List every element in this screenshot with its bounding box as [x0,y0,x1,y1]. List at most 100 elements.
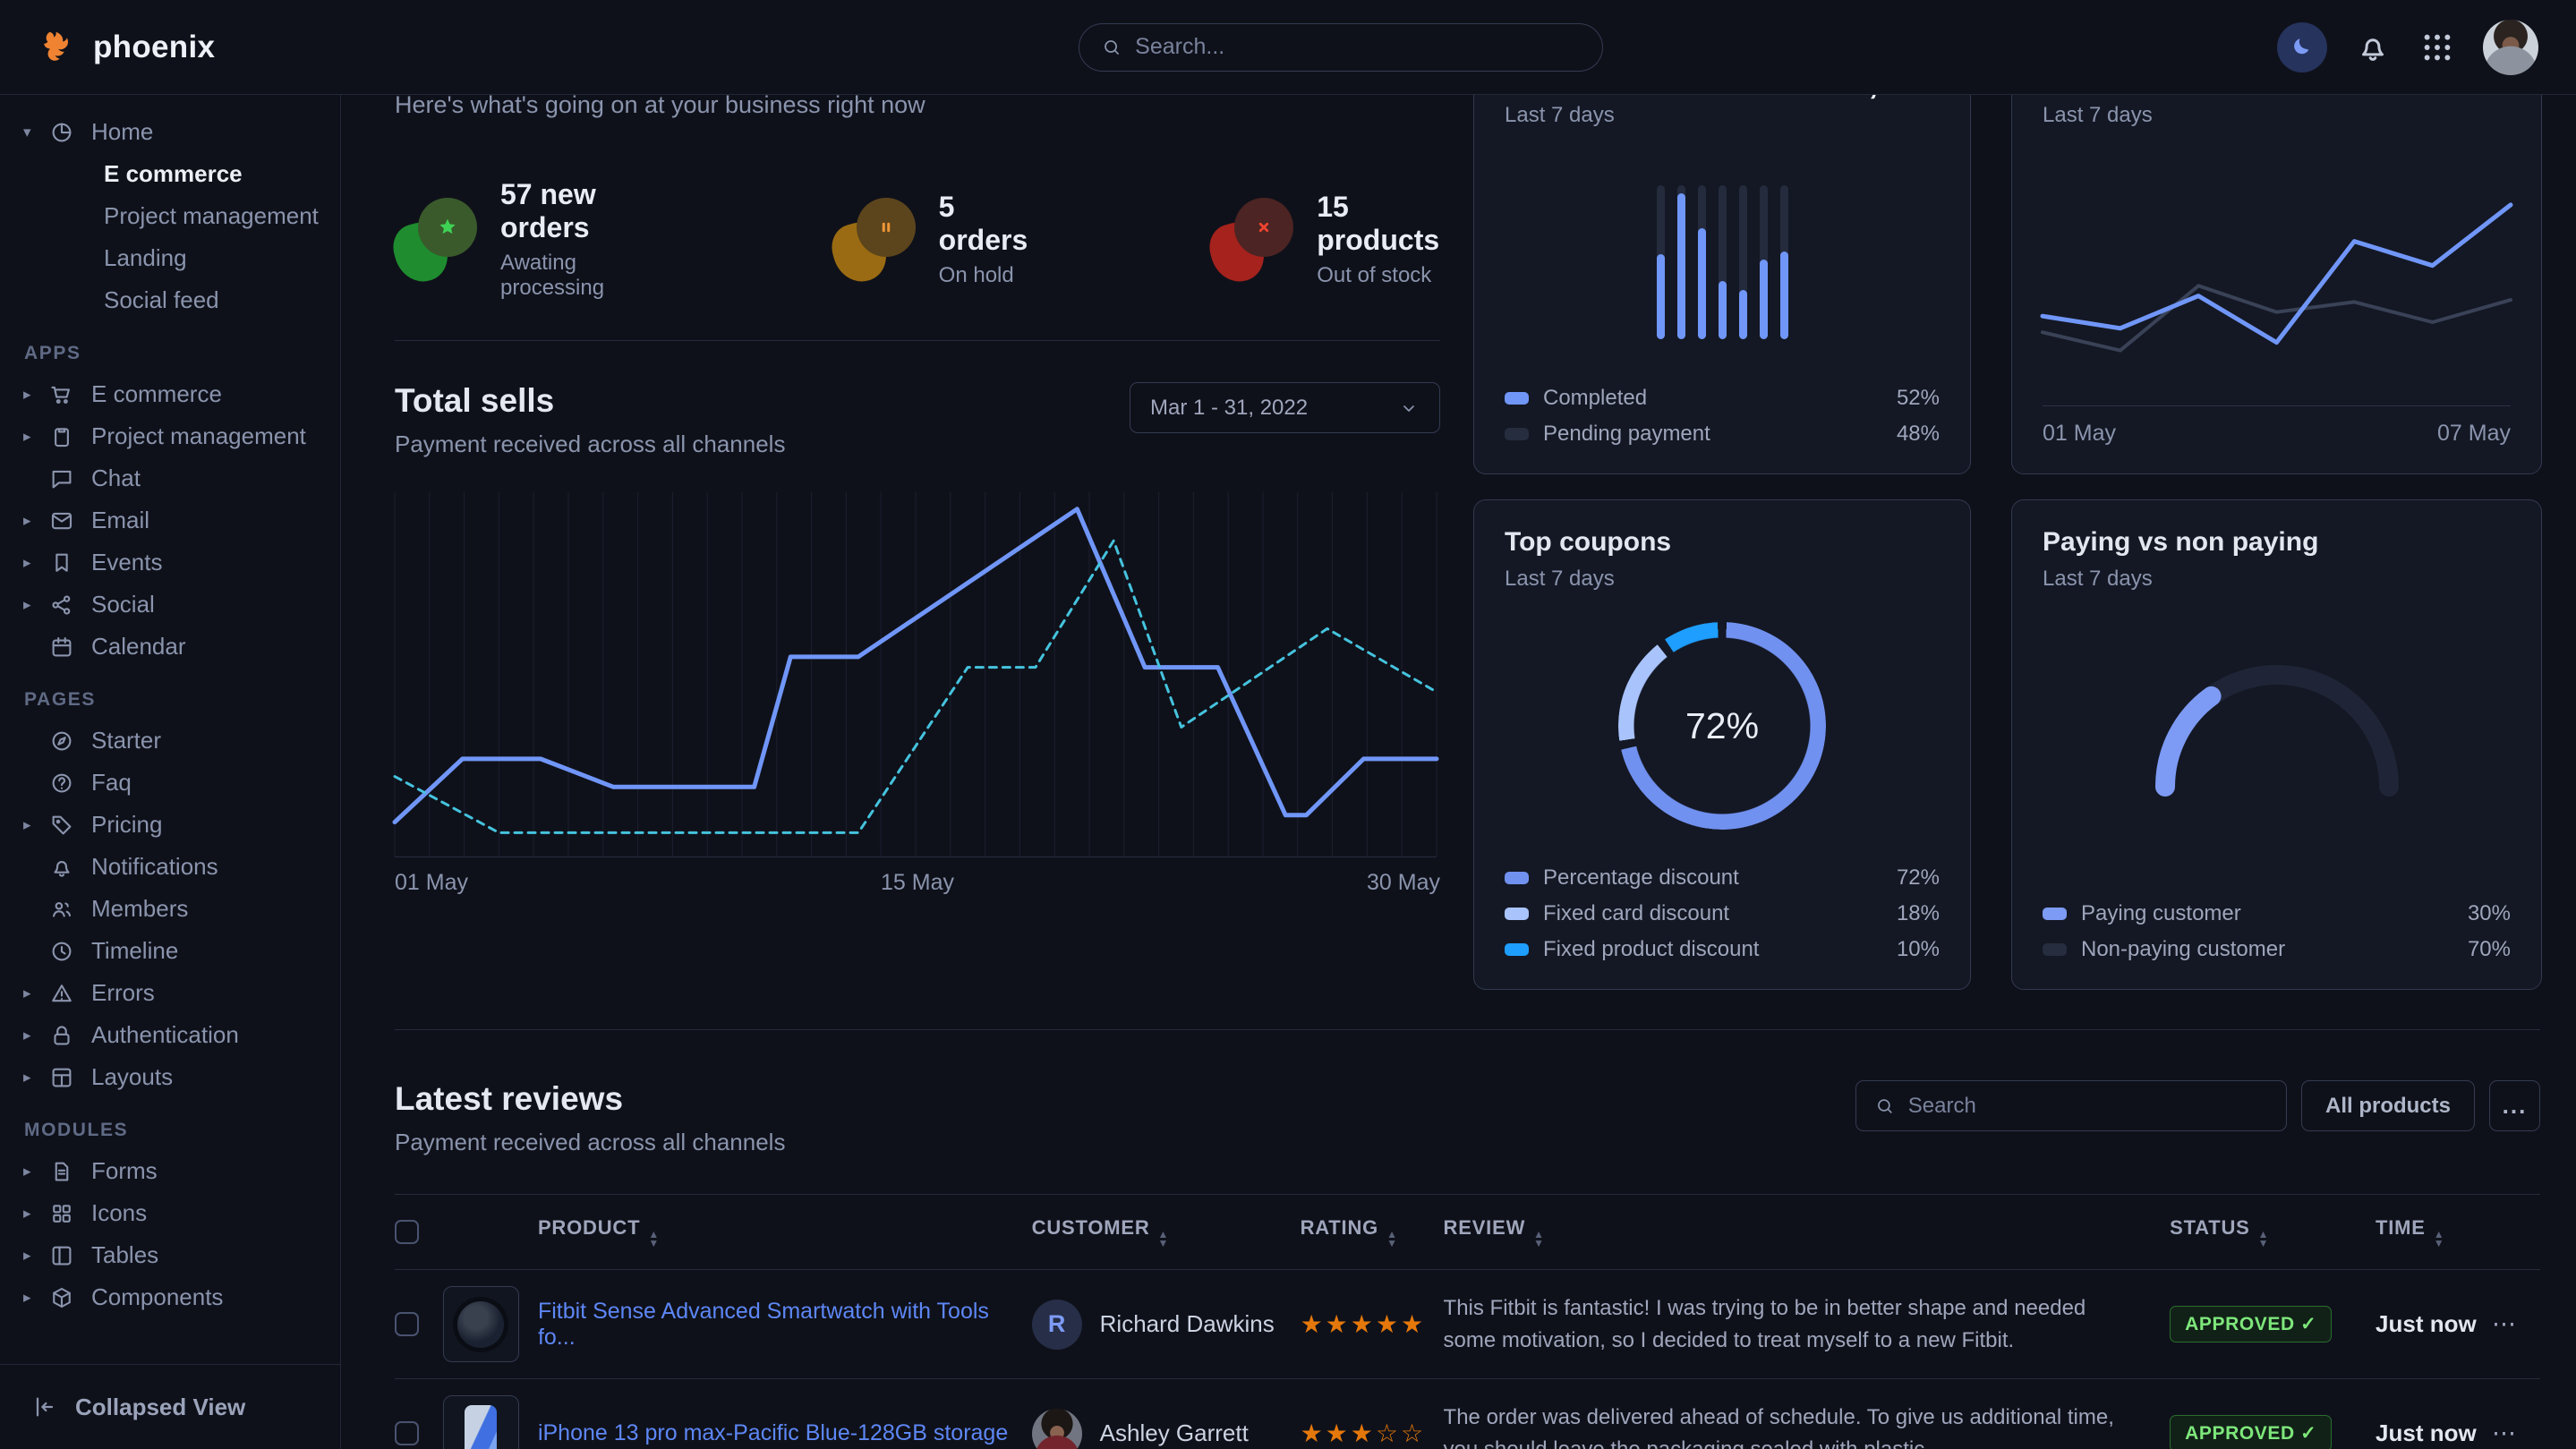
product-link[interactable]: iPhone 13 pro max-Pacific Blue-128GB sto… [538,1420,1008,1445]
order-bar [1739,185,1747,339]
legend-swatch-icon [1505,872,1529,884]
sidebar-item-label: Members [91,895,188,923]
sidebar-subitem-project-management[interactable]: Project management [0,195,340,237]
table-icon [48,1242,75,1269]
total-sells-chart: 01 May 15 May 30 May [395,492,1440,900]
legend-label: Percentage discount [1543,865,1739,891]
legend-value: 18% [1897,901,1940,926]
reviews-subtitle: Payment received across all channels [395,1129,785,1156]
chat-icon [48,465,75,492]
stat-star-icon [395,198,477,282]
sidebar-item-project-management[interactable]: ▸Project management [0,415,340,457]
reviews-table: PRODUCT▲▼ CUSTOMER▲▼ RATING▲▼ REVIEW▲▼ S… [395,1194,2540,1449]
sidebar-item-social[interactable]: ▸Social [0,584,340,626]
caret-icon: ▸ [23,512,47,530]
sidebar-item-errors[interactable]: ▸Errors [0,972,340,1014]
new-customers-period: Last 7 days [2043,103,2350,128]
col-rating[interactable]: RATING▲▼ [1301,1195,1444,1270]
review-text: The order was delivered ahead of schedul… [1444,1402,2171,1449]
order-bar [1698,185,1706,339]
sidebar-item-label: Chat [91,465,141,492]
col-customer[interactable]: CUSTOMER▲▼ [1032,1195,1301,1270]
sidebar-item-label: Email [91,507,149,534]
sidebar-item-calendar[interactable]: Calendar [0,626,340,668]
sidebar-item-members[interactable]: Members [0,888,340,930]
coupons-legend-item-fixed-product-discount: Fixed product discount10% [1505,937,1940,962]
sidebar-item-events[interactable]: ▸Events [0,541,340,584]
date-range-select[interactable]: Mar 1 - 31, 2022 [1130,382,1440,433]
sidebar-nav: ▾HomeE commerceProject managementLanding… [0,111,340,1318]
time-value: Just now [2376,1310,2477,1337]
reviews-search-input[interactable] [1908,1094,2268,1119]
stat-label: On hold [939,263,1028,288]
legend-swatch-icon [1505,428,1529,440]
col-time[interactable]: TIME▲▼ [2376,1195,2492,1270]
sidebar-subitem-social-feed[interactable]: Social feed [0,279,340,321]
total-sells-subtitle: Payment received across all channels [395,430,785,458]
top-coupons-legend: Percentage discount72% Fixed card discoun… [1505,865,1940,962]
reviews-search [1855,1080,2287,1131]
legend-label: Fixed card discount [1543,901,1729,926]
notifications-button[interactable] [2354,29,2392,66]
col-product[interactable]: PRODUCT▲▼ [538,1195,1032,1270]
legend-value: 70% [2468,937,2511,962]
sidebar-item-label: Home [91,118,153,146]
stat-out-of-stock: 15 products Out of stock [1211,178,1440,301]
sidebar-item-tables[interactable]: ▸Tables [0,1234,340,1276]
sidebar-item-icons[interactable]: ▸Icons [0,1192,340,1234]
global-search-input[interactable] [1135,34,1581,60]
sidebar-item-chat[interactable]: Chat [0,457,340,499]
sidebar-item-pricing[interactable]: ▸Pricing [0,804,340,846]
sidebar-item-label: Starter [91,727,161,754]
user-avatar[interactable] [2483,20,2538,75]
select-all-checkbox[interactable] [395,1220,419,1244]
mail-icon [48,507,75,534]
collapsed-view-toggle[interactable]: Collapsed View [0,1364,340,1449]
row-more-icon[interactable]: ⋯ [2492,1310,2518,1337]
sidebar-subitem-e-commerce[interactable]: E commerce [0,153,340,195]
product-link[interactable]: Fitbit Sense Advanced Smartwatch with To… [538,1299,989,1350]
apps-menu-button[interactable] [2418,29,2456,66]
page-subtitle: Here's what's going on at your business … [395,91,1440,119]
col-review[interactable]: REVIEW▲▼ [1444,1195,2171,1270]
stat-value: 15 products [1317,191,1440,257]
paying-card: Paying vs non paying Last 7 days Paying … [2011,499,2542,990]
legend-value: 30% [2468,901,2511,926]
sidebar-item-e-commerce[interactable]: ▸E commerce [0,373,340,415]
sidebar-item-timeline[interactable]: Timeline [0,930,340,972]
sidebar-subitem-landing[interactable]: Landing [0,237,340,279]
col-status[interactable]: STATUS▲▼ [2170,1195,2376,1270]
stat-label: Out of stock [1317,263,1440,288]
sidebar-item-home[interactable]: ▾Home [0,111,340,153]
moon-icon [2289,34,2316,61]
sidebar-item-forms[interactable]: ▸Forms [0,1150,340,1192]
reviews-title: Latest reviews [395,1080,785,1118]
theme-toggle-button[interactable] [2277,22,2327,72]
order-bar [1677,185,1685,339]
caret-icon: ▸ [23,428,47,446]
x-tick-15may: 15 May [881,870,954,896]
bell-icon [2354,29,2392,66]
sidebar-item-components[interactable]: ▸Components [0,1276,340,1318]
row-checkbox[interactable] [395,1421,419,1445]
row-more-icon[interactable]: ⋯ [2492,1419,2518,1446]
stat-value: 57 new orders [500,178,650,244]
brand-logo[interactable]: phoenix [38,27,215,68]
coupons-legend-item-percentage-discount: Percentage discount72% [1505,865,1940,891]
sidebar-item-starter[interactable]: Starter [0,720,340,762]
users-icon [48,896,75,923]
row-checkbox[interactable] [395,1312,419,1336]
sidebar-item-faq[interactable]: Faq [0,762,340,804]
legend-swatch-icon [2043,908,2067,920]
sidebar-item-layouts[interactable]: ▸Layouts [0,1056,340,1098]
sidebar-item-authentication[interactable]: ▸Authentication [0,1014,340,1056]
sidebar-item-email[interactable]: ▸ Email [0,499,340,541]
caret-icon: ▸ [23,1247,47,1265]
sidebar-item-notifications[interactable]: Notifications [0,846,340,888]
nc-x-start: 01 May [2043,421,2116,447]
all-products-button[interactable]: All products [2301,1080,2475,1131]
stat-value: 5 orders [939,191,1028,257]
sort-icon: ▲▼ [648,1230,660,1248]
reviews-more-button[interactable]: ... [2489,1080,2540,1131]
x-tick-30may: 30 May [1367,870,1440,896]
